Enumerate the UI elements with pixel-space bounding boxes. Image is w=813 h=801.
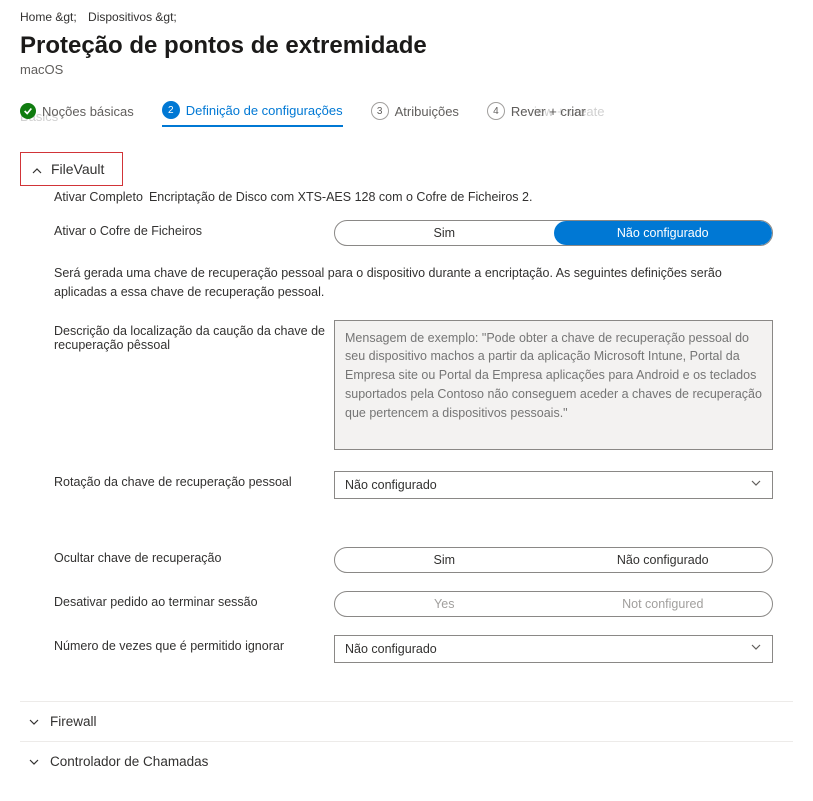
step-basics[interactable]: Noções básicas <box>20 103 134 125</box>
rotation-dropdown[interactable]: Não configurado <box>334 471 773 499</box>
chevron-down-icon <box>28 716 38 726</box>
section-gatekeeper-label: Controlador de Chamadas <box>50 754 208 769</box>
step-review[interactable]: 4 Rever + criar Review + create <box>487 102 586 126</box>
disable-prompt-toggle[interactable]: Yes Not configured <box>334 591 773 617</box>
step-review-label: Rever + criar <box>511 104 586 119</box>
toggle-option-notconfigured[interactable]: Não configurado <box>554 221 773 245</box>
escrow-location-label: Descrição da localização da caução da ch… <box>54 320 334 352</box>
chevron-down-icon <box>750 477 762 492</box>
step-assignments[interactable]: 3 Atribuições <box>371 102 459 126</box>
recovery-key-info: Será gerada uma chave de recuperação pes… <box>54 264 773 302</box>
chevron-down-icon <box>28 756 38 766</box>
toggle-option-yes[interactable]: Sim <box>335 221 554 245</box>
toggle-option-yes[interactable]: Yes <box>335 592 554 616</box>
enable-filevault-toggle[interactable]: Sim Não configurado <box>334 220 773 246</box>
step-config[interactable]: 2 Definição de configurações <box>162 101 343 127</box>
hide-key-toggle[interactable]: Sim Não configurado <box>334 547 773 573</box>
toggle-option-notconfigured[interactable]: Não configurado <box>554 548 773 572</box>
desc-text: Encriptação de Disco com XTS-AES 128 com… <box>149 190 533 204</box>
step-number-icon: 4 <box>487 102 505 120</box>
breadcrumb-home[interactable]: Home &gt; <box>20 10 77 24</box>
bypass-label: Número de vezes que é permitido ignorar <box>54 635 334 653</box>
bypass-dropdown[interactable]: Não configurado <box>334 635 773 663</box>
breadcrumb-devices[interactable]: Dispositivos &gt; <box>88 10 177 24</box>
section-header-gatekeeper[interactable]: Controlador de Chamadas <box>20 741 793 781</box>
chevron-down-icon <box>750 641 762 656</box>
toggle-option-yes[interactable]: Sim <box>335 548 554 572</box>
hide-key-label: Ocultar chave de recuperação <box>54 547 334 565</box>
desc-label: Ativar Completo <box>54 190 143 204</box>
chevron-up-icon <box>31 164 41 174</box>
bypass-value: Não configurado <box>345 642 437 656</box>
toggle-option-notconfigured[interactable]: Not configured <box>554 592 773 616</box>
section-header-firewall[interactable]: Firewall <box>20 701 793 741</box>
page-title: Proteção de pontos de extremidade <box>20 32 793 60</box>
page-subtitle: macOS <box>20 62 793 77</box>
checkmark-icon <box>20 103 36 119</box>
step-config-label: Definição de configurações <box>186 103 343 118</box>
step-number-icon: 3 <box>371 102 389 120</box>
step-basics-label: Noções básicas <box>42 104 134 119</box>
rotation-label: Rotação da chave de recuperação pessoal <box>54 471 334 489</box>
breadcrumb: Home &gt; Dispositivos &gt; <box>20 10 793 24</box>
enable-filevault-label: Ativar o Cofre de Ficheiros <box>54 220 334 238</box>
disable-prompt-label: Desativar pedido ao terminar sessão <box>54 591 334 609</box>
section-filevault-label: FileVault <box>51 161 104 177</box>
step-number-icon: 2 <box>162 101 180 119</box>
section-header-filevault[interactable]: FileVault <box>20 152 123 186</box>
rotation-value: Não configurado <box>345 478 437 492</box>
escrow-location-textarea[interactable] <box>334 320 773 450</box>
filevault-content: Ativar Completo Encriptação de Disco com… <box>20 186 793 701</box>
step-assignments-label: Atribuições <box>395 104 459 119</box>
wizard-stepper: Basics Noções básicas 2 Definição de con… <box>20 101 793 128</box>
section-firewall-label: Firewall <box>50 714 97 729</box>
